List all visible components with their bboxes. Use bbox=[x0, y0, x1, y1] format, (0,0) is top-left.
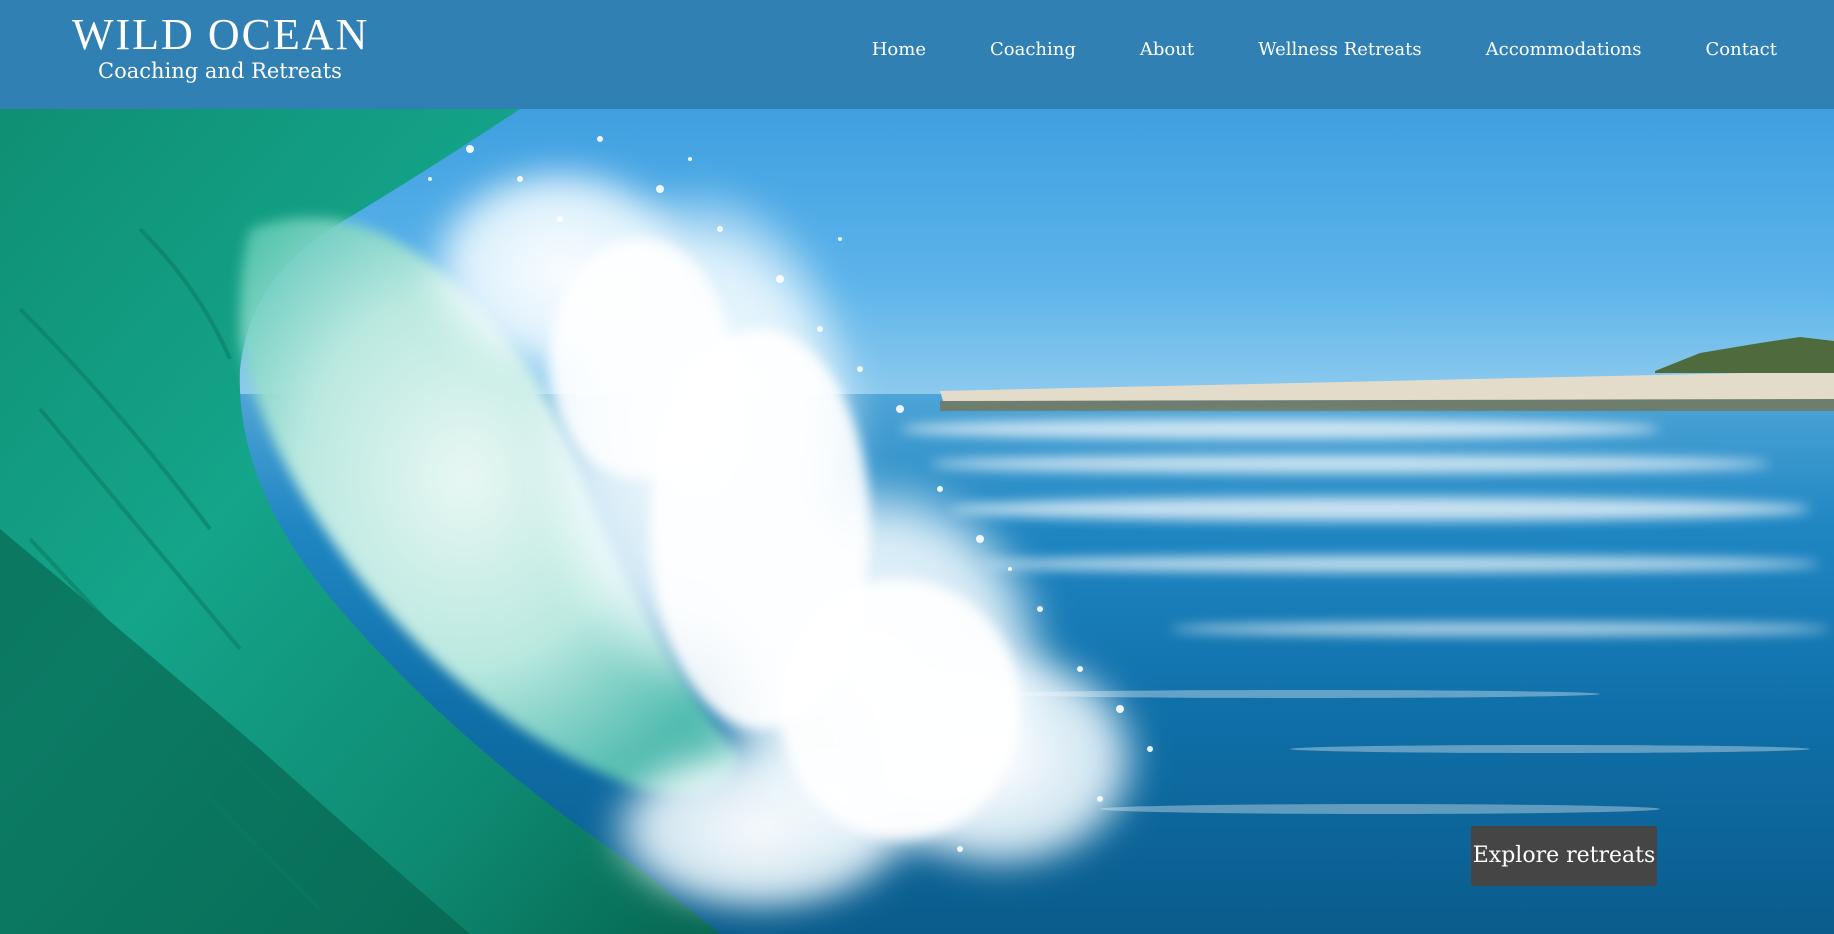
nav-item-accommodations[interactable]: Accommodations bbox=[1486, 38, 1642, 62]
brand-logo[interactable]: WILD OCEAN Coaching and Retreats bbox=[72, 10, 370, 84]
nav-item-about[interactable]: About bbox=[1140, 38, 1194, 62]
ocean-wave-photo bbox=[0, 109, 1834, 934]
site-header: WILD OCEAN Coaching and Retreats Home Co… bbox=[0, 0, 1834, 109]
brand-tagline: Coaching and Retreats bbox=[98, 59, 342, 83]
nav-item-contact[interactable]: Contact bbox=[1706, 38, 1777, 62]
main-nav: Home Coaching About Wellness Retreats Ac… bbox=[872, 38, 1777, 62]
nav-item-home[interactable]: Home bbox=[872, 38, 926, 62]
brand-name: WILD OCEAN bbox=[72, 10, 370, 59]
hero-section: Explore retreats bbox=[0, 109, 1834, 934]
explore-retreats-button[interactable]: Explore retreats bbox=[1471, 826, 1657, 886]
nav-item-coaching[interactable]: Coaching bbox=[990, 38, 1076, 62]
nav-item-wellness-retreats[interactable]: Wellness Retreats bbox=[1258, 38, 1422, 62]
